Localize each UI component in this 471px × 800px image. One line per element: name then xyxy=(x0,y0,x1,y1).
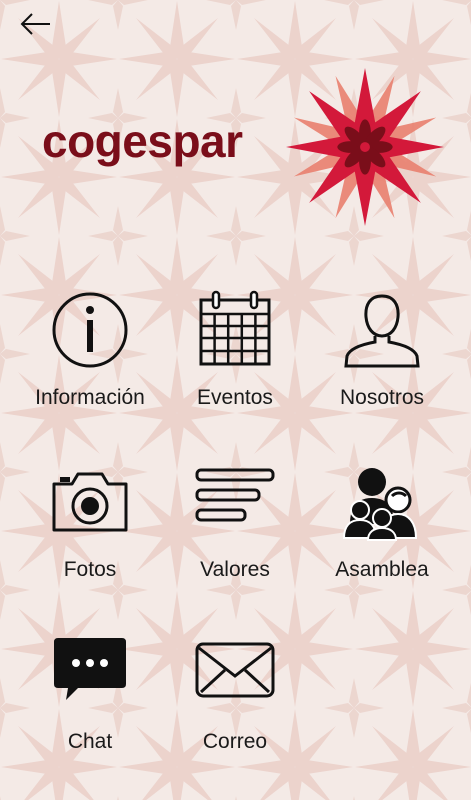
menu-item-informacion[interactable]: Información xyxy=(15,290,165,430)
menu-label-correo: Correo xyxy=(202,730,268,753)
menu-item-valores[interactable]: Valores xyxy=(160,462,310,602)
person-icon xyxy=(344,294,420,368)
menu-label-fotos: Fotos xyxy=(63,558,117,581)
menu-label-eventos: Eventos xyxy=(197,386,273,409)
menu-item-correo[interactable]: Correo xyxy=(160,634,310,774)
menu-item-nosotros[interactable]: Nosotros xyxy=(307,290,457,430)
menu-label-nosotros: Nosotros xyxy=(339,386,425,409)
list-icon xyxy=(195,468,275,522)
menu-item-chat[interactable]: Chat xyxy=(15,634,165,774)
camera-icon xyxy=(52,472,128,532)
group-icon xyxy=(342,468,418,541)
menu-item-asamblea[interactable]: Asamblea xyxy=(307,462,457,602)
logo-wordmark: cogespar xyxy=(42,115,243,167)
menu-label-valores: Valores xyxy=(200,558,270,581)
logo-star-icon xyxy=(286,68,444,226)
menu-label-informacion: Información xyxy=(35,386,145,409)
menu-label-asamblea: Asamblea xyxy=(335,558,429,581)
menu-item-fotos[interactable]: Fotos xyxy=(15,462,165,602)
info-icon xyxy=(52,292,128,368)
menu-item-eventos[interactable]: Eventos xyxy=(160,290,310,430)
envelope-icon xyxy=(195,642,275,698)
calendar-icon xyxy=(199,290,271,366)
menu-label-chat: Chat xyxy=(67,730,113,753)
back-arrow-icon[interactable] xyxy=(18,10,54,38)
chat-bubble-icon xyxy=(54,638,126,700)
